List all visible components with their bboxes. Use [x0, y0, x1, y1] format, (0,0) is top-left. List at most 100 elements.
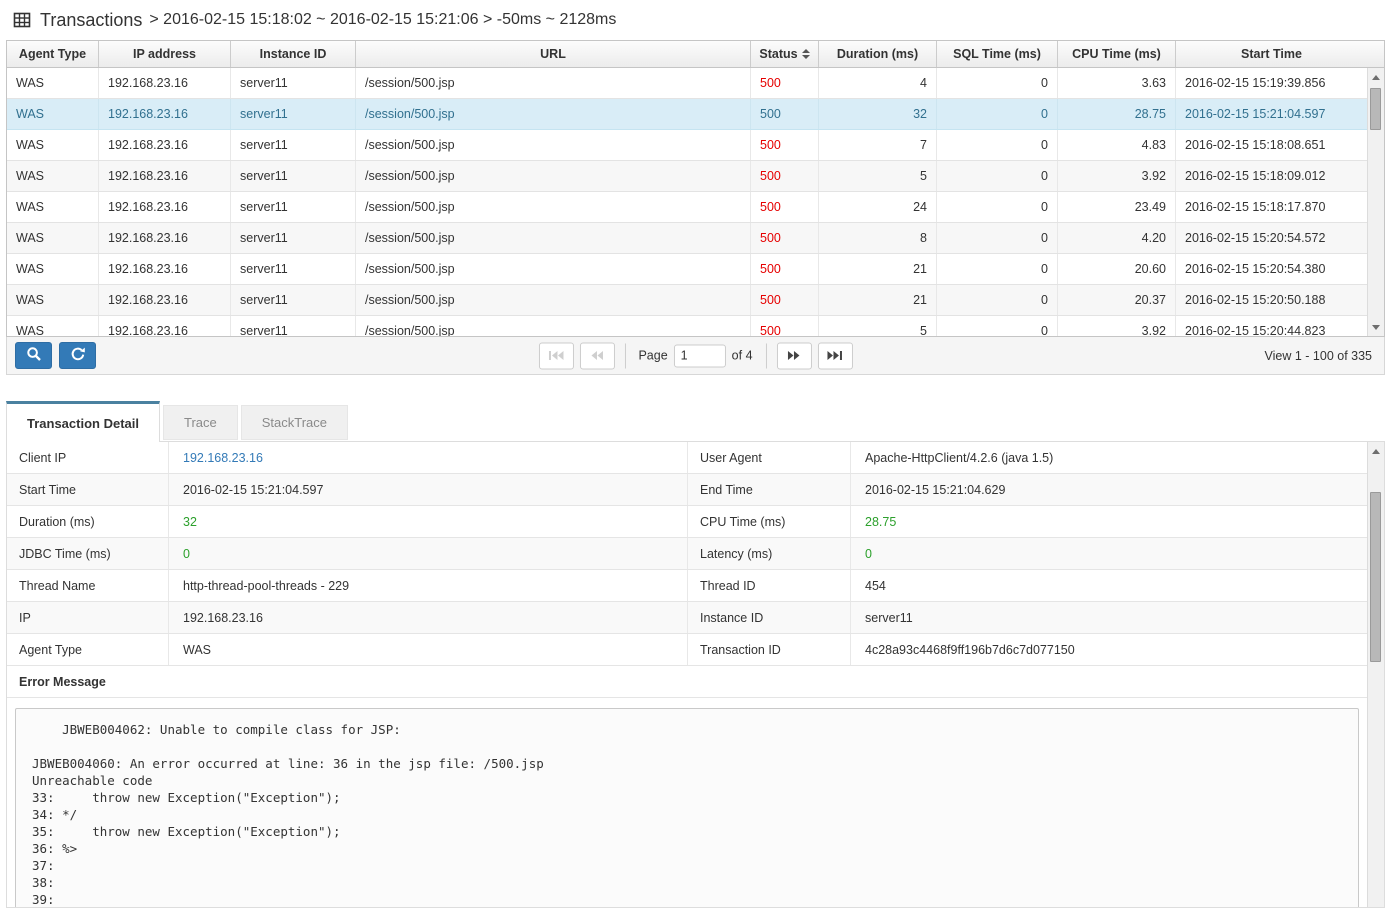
detail-vertical-scrollbar[interactable] — [1367, 442, 1384, 907]
cell-instance-id: server11 — [231, 99, 356, 129]
col-header-label: Instance ID — [260, 47, 327, 61]
cell-ip-address: 192.168.23.16 — [99, 192, 231, 222]
page-title: Transactions — [40, 10, 142, 31]
cell-cpu-time: 3.63 — [1058, 68, 1176, 98]
tab-label: Trace — [184, 415, 217, 430]
col-header-agent-type[interactable]: Agent Type — [7, 41, 99, 67]
detail-label-instance-id: Instance ID — [688, 602, 851, 633]
col-header-status[interactable]: Status — [751, 41, 819, 67]
last-page-button[interactable] — [818, 342, 853, 369]
cell-ip-address: 192.168.23.16 — [99, 161, 231, 191]
cell-duration: 7 — [819, 130, 937, 160]
detail-value-thread-name: http-thread-pool-threads - 229 — [169, 570, 688, 601]
grid-body: WAS 192.168.23.16 server11 /session/500.… — [6, 68, 1385, 337]
cell-cpu-time: 3.92 — [1058, 316, 1176, 336]
cell-cpu-time: 23.49 — [1058, 192, 1176, 222]
col-header-label: Start Time — [1241, 47, 1302, 61]
transaction-row-selected[interactable]: WAS 192.168.23.16 server11 /session/500.… — [7, 99, 1367, 130]
cell-ip-address: 192.168.23.16 — [99, 68, 231, 98]
cell-url: /session/500.jsp — [356, 223, 751, 253]
col-header-sql-time[interactable]: SQL Time (ms) — [937, 41, 1058, 67]
transaction-row[interactable]: WAS 192.168.23.16 server11 /session/500.… — [7, 316, 1367, 336]
cell-sql-time: 0 — [937, 254, 1058, 284]
tab-transaction-detail[interactable]: Transaction Detail — [6, 401, 160, 442]
pager-separator — [766, 343, 767, 368]
search-button[interactable] — [15, 342, 52, 369]
first-page-button[interactable] — [538, 342, 573, 369]
cell-ip-address: 192.168.23.16 — [99, 130, 231, 160]
col-header-url[interactable]: URL — [356, 41, 751, 67]
transaction-row[interactable]: WAS 192.168.23.16 server11 /session/500.… — [7, 192, 1367, 223]
cell-instance-id: server11 — [231, 68, 356, 98]
cell-start-time: 2016-02-15 15:20:44.823 — [1176, 316, 1367, 336]
transaction-row[interactable]: WAS 192.168.23.16 server11 /session/500.… — [7, 161, 1367, 192]
cell-cpu-time: 4.83 — [1058, 130, 1176, 160]
transactions-grid: Agent Type IP address Instance ID URL St… — [6, 40, 1385, 337]
cell-agent-type: WAS — [7, 99, 99, 129]
scroll-down-arrow[interactable] — [1368, 319, 1384, 335]
cell-url: /session/500.jsp — [356, 68, 751, 98]
detail-label-client-ip: Client IP — [7, 442, 169, 473]
detail-value-end-time: 2016-02-15 15:21:04.629 — [851, 474, 1367, 505]
col-header-label: IP address — [133, 47, 196, 61]
cell-cpu-time: 20.37 — [1058, 285, 1176, 315]
detail-row: Client IP 192.168.23.16 User Agent Apach… — [7, 442, 1367, 474]
cell-agent-type: WAS — [7, 316, 99, 336]
col-header-ip-address[interactable]: IP address — [99, 41, 231, 67]
prev-page-icon — [590, 348, 604, 363]
grid-vertical-scrollbar[interactable] — [1367, 68, 1384, 336]
refresh-button[interactable] — [59, 342, 96, 369]
transaction-row[interactable]: WAS 192.168.23.16 server11 /session/500.… — [7, 254, 1367, 285]
detail-label-transaction-id: Transaction ID — [688, 634, 851, 665]
cell-status: 500 — [751, 99, 819, 129]
tab-stacktrace[interactable]: StackTrace — [241, 405, 348, 440]
cell-instance-id: server11 — [231, 161, 356, 191]
page-label: Page — [638, 349, 667, 363]
cell-start-time: 2016-02-15 15:20:54.380 — [1176, 254, 1367, 284]
detail-label-jdbc-time: JDBC Time (ms) — [7, 538, 169, 569]
cell-url: /session/500.jsp — [356, 285, 751, 315]
scroll-up-arrow[interactable] — [1368, 443, 1384, 459]
detail-value-transaction-id: 4c28a93c4468f9ff196b7d6c7d077150 — [851, 634, 1367, 665]
sort-arrows-icon[interactable] — [802, 49, 810, 59]
cell-url: /session/500.jsp — [356, 192, 751, 222]
scroll-up-arrow[interactable] — [1368, 69, 1384, 85]
col-header-instance-id[interactable]: Instance ID — [231, 41, 356, 67]
transaction-row[interactable]: WAS 192.168.23.16 server11 /session/500.… — [7, 285, 1367, 316]
transaction-row[interactable]: WAS 192.168.23.16 server11 /session/500.… — [7, 223, 1367, 254]
prev-page-button[interactable] — [579, 342, 614, 369]
col-header-start-time[interactable]: Start Time — [1176, 41, 1367, 67]
detail-value-cpu-time: 28.75 — [851, 506, 1367, 537]
cell-start-time: 2016-02-15 15:20:50.188 — [1176, 285, 1367, 315]
cell-url: /session/500.jsp — [356, 130, 751, 160]
tab-trace[interactable]: Trace — [163, 405, 238, 440]
page-input[interactable] — [674, 344, 726, 367]
grid-header-row: Agent Type IP address Instance ID URL St… — [6, 40, 1385, 68]
col-header-label: Duration (ms) — [837, 47, 918, 61]
cell-instance-id: server11 — [231, 130, 356, 160]
col-header-cpu-time[interactable]: CPU Time (ms) — [1058, 41, 1176, 67]
transaction-row[interactable]: WAS 192.168.23.16 server11 /session/500.… — [7, 130, 1367, 161]
cell-status: 500 — [751, 285, 819, 315]
cell-cpu-time: 4.20 — [1058, 223, 1176, 253]
error-message-label: Error Message — [7, 675, 106, 689]
scrollbar-thumb[interactable] — [1370, 88, 1381, 130]
col-header-label: URL — [540, 47, 566, 61]
detail-value-client-ip[interactable]: 192.168.23.16 — [169, 442, 688, 473]
next-page-button[interactable] — [777, 342, 812, 369]
cell-instance-id: server11 — [231, 285, 356, 315]
scrollbar-thumb[interactable] — [1370, 492, 1381, 662]
cell-sql-time: 0 — [937, 285, 1058, 315]
col-header-label: CPU Time (ms) — [1072, 47, 1161, 61]
cell-status: 500 — [751, 316, 819, 336]
col-header-duration[interactable]: Duration (ms) — [819, 41, 937, 67]
tab-label: StackTrace — [262, 415, 327, 430]
cell-sql-time: 0 — [937, 130, 1058, 160]
transaction-row[interactable]: WAS 192.168.23.16 server11 /session/500.… — [7, 68, 1367, 99]
detail-value-duration: 32 — [169, 506, 688, 537]
detail-label-ip: IP — [7, 602, 169, 633]
error-message-text: JBWEB004062: Unable to compile class for… — [32, 721, 1342, 907]
cell-ip-address: 192.168.23.16 — [99, 285, 231, 315]
cell-cpu-time: 3.92 — [1058, 161, 1176, 191]
grid-rows: WAS 192.168.23.16 server11 /session/500.… — [7, 68, 1367, 336]
